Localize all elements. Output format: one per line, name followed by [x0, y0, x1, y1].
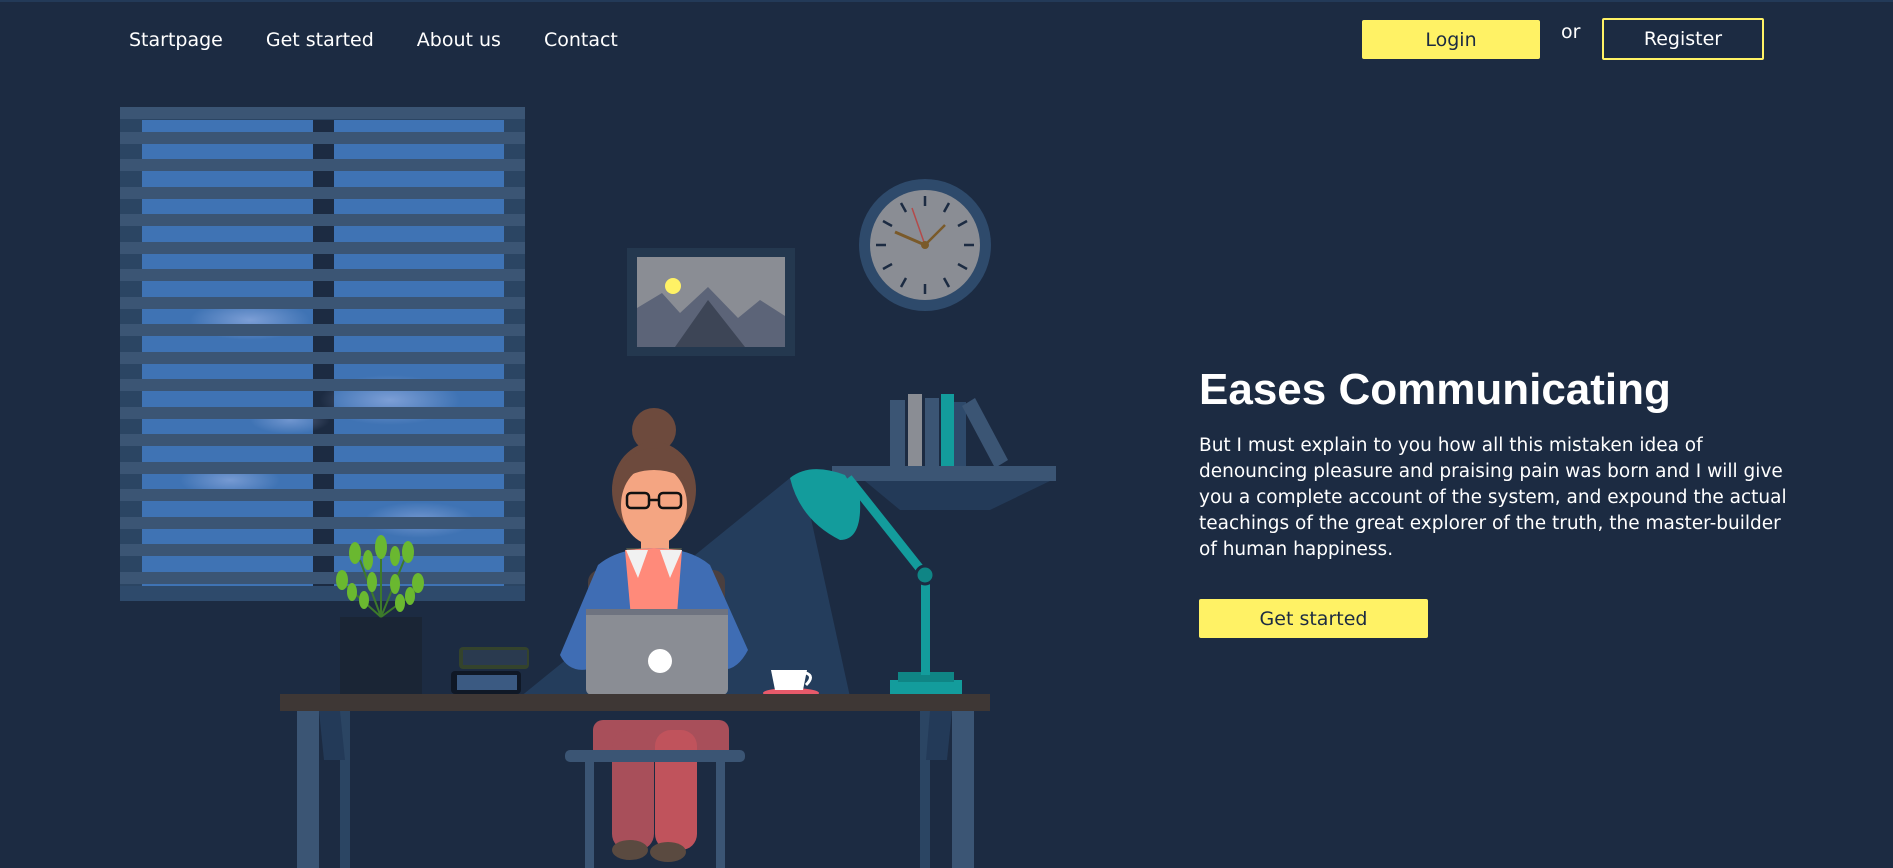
register-button[interactable]: Register	[1602, 18, 1764, 60]
login-button[interactable]: Login	[1362, 20, 1540, 59]
window-blinds	[120, 107, 525, 601]
hero-illustration	[120, 107, 1056, 868]
get-started-button[interactable]: Get started	[1199, 599, 1428, 638]
or-separator: or	[1561, 21, 1581, 43]
laptop	[586, 609, 728, 695]
hero-description: But I must explain to you how all this m…	[1199, 435, 1787, 560]
mountain-picture-frame	[627, 248, 795, 356]
wall-clock	[859, 179, 991, 311]
desk-books	[451, 647, 529, 694]
book-shelf	[832, 394, 1056, 510]
hero-title: Eases Communicating	[1199, 365, 1671, 414]
